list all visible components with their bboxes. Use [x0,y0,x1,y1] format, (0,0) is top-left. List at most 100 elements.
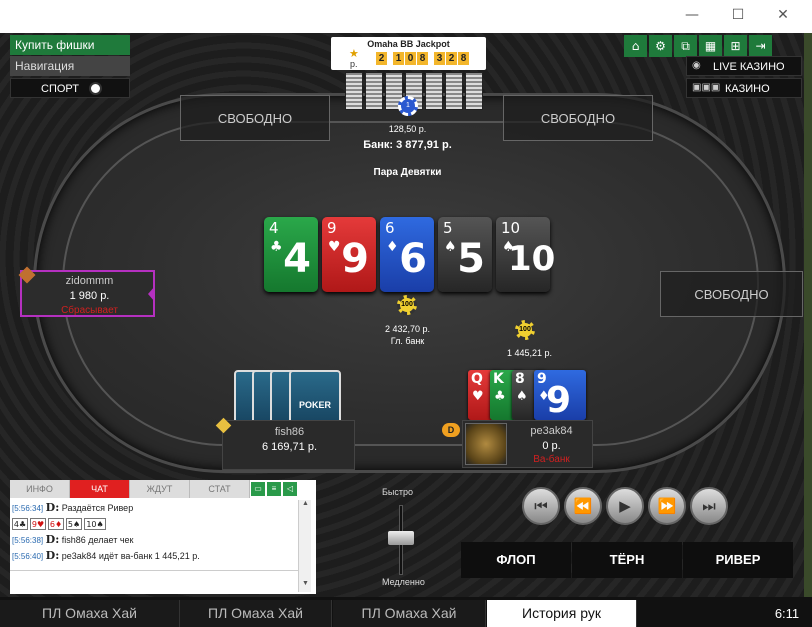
jackpot-digit: 1 [393,52,404,65]
board-card: 6 ♦ 6 [380,217,434,292]
player-stack: 1 980 р. [69,290,110,302]
main-pot-chip: 100 [397,295,417,315]
player-name: pe3ak84 [530,425,573,437]
tab-info[interactable]: ИНФО [10,480,70,498]
jackpot-digit: 0 [405,52,416,65]
jackpot-digit: 3 [434,52,445,65]
clock: 6:11 [774,606,800,621]
rewind-button[interactable]: ⏪ [564,487,602,525]
tab-waiting[interactable]: ЖДУТ [130,480,190,498]
avatar [465,423,507,465]
player-seat-right[interactable]: pe3ak84 0 р. Ва-банк [462,420,593,468]
speed-fast-label: Быстро [382,487,414,497]
player-stack: 0 р. [542,440,561,452]
navigation-button[interactable]: Навигация [10,56,130,76]
jackpot-digit: 8 [417,52,428,65]
free-seat-top-right[interactable]: СВОБОДНО [503,95,653,141]
grid-icon[interactable]: ▦ [699,35,722,57]
free-seat-right[interactable]: СВОБОДНО [660,271,803,317]
chat-scrollbar[interactable]: ▲ ▼ [298,500,311,592]
maximize-button[interactable]: ☐ [723,4,753,26]
turn-arrow-icon [148,286,155,302]
scroll-up-icon[interactable]: ▲ [299,500,312,512]
player-stack: 6 169,71 р. [261,441,318,453]
live-casino-label: LIVE КАЗИНО [713,61,785,73]
turn-button[interactable]: ТЁРН [572,542,682,578]
sport-button[interactable]: СПОРТ [10,78,130,98]
side-bet-chip: 100 [515,320,535,340]
exit-icon[interactable]: ⇥ [749,35,772,57]
pot-amount: 128,50 р. [388,124,427,134]
tab-table-3[interactable]: ПЛ Омаха Хай [333,600,486,627]
scroll-down-icon[interactable]: ▼ [299,580,312,592]
home-icon[interactable]: ⌂ [624,35,647,57]
close-button[interactable]: ✕ [768,4,798,26]
jackpot-digit: 8 [458,52,469,65]
slot-icon: ▣▣▣ [692,82,721,93]
toolbar: ⌂ ⚙ ⧉ ▦ ⊞ ⇥ [624,35,772,57]
jackpot-panel: Omaha BB Jackpot ★ р. 2 1 0 8 3 2 8 [331,37,486,70]
hand-name: Пара Девятки [373,167,442,178]
chat-log: [5:56:34] D: Раздаётся Ривер 4♣ 9♥ 6♦ 5♠ 10♠… [12,500,297,564]
skip-end-button[interactable]: ⏭ [690,487,728,525]
mini-card: 4♣ [12,518,28,530]
player-action: Ва-банк [533,454,570,465]
flop-button[interactable]: ФЛОП [461,542,571,578]
live-icon: ◉ [692,60,701,71]
chat-line: [5:56:38] D: fish86 делает чек [12,533,134,546]
chat-tabs: ИНФО ЧАТ ЖДУТ СТАТ ▭ ≡ ◁ [10,480,298,498]
mini-card: 5♠ [66,518,82,530]
dealer-button: D [442,423,460,437]
speed-slider-handle[interactable] [388,531,414,545]
casino-label: КАЗИНО [725,83,770,95]
chat-input[interactable] [10,570,298,592]
mini-card: 10♠ [84,518,106,530]
fast-forward-button[interactable]: ⏩ [648,487,686,525]
buy-chips-button[interactable]: Купить фишки [10,35,130,55]
player-seat-me[interactable]: fish86 6 169,71 р. [222,420,355,470]
board-card: 4 ♣ 4 [264,217,318,292]
pot-chip: 1 [398,96,418,116]
gear-icon[interactable]: ⚙ [649,35,672,57]
player-seat-left[interactable]: zidommm 1 980 р. Сбрасывает [18,266,155,317]
title-bar: — ☐ ✕ [0,0,812,33]
chat-bubble-icon[interactable]: ▭ [251,482,265,496]
player-name: zidommm [65,275,114,287]
minimize-button[interactable]: — [677,4,707,26]
tab-hand-history[interactable]: История рук [487,600,637,627]
free-seat-top-left[interactable]: СВОБОДНО [180,95,330,141]
speed-slow-label: Медленно [382,577,425,587]
tab-stats[interactable]: СТАТ [190,480,250,498]
jackpot-digit: 2 [446,52,457,65]
tab-chat[interactable]: ЧАТ [70,480,130,498]
chat-line: [5:56:34] D: Раздаётся Ривер [12,501,134,514]
main-pot-label: Гл. банк [390,336,425,346]
board-card: 5 ♠ 5 [438,217,492,292]
casino-button[interactable]: ▣▣▣ КАЗИНО [686,78,802,98]
river-button[interactable]: РИВЕР [683,542,793,578]
side-bet-amount: 1 445,21 р. [506,348,553,358]
background-strip [804,33,812,597]
tables-icon[interactable]: ⧉ [674,35,697,57]
play-button[interactable]: ▶ [606,487,644,525]
live-casino-button[interactable]: ◉ LIVE КАЗИНО [686,56,802,76]
sound-icon[interactable]: ◁ [283,482,297,496]
chat-line-cards: 4♣ 9♥ 6♦ 5♠ 10♠ [12,516,297,532]
tab-table-1[interactable]: ПЛ Омаха Хай [0,600,180,627]
bank-total: Банк: 3 877,91 р. [363,139,452,151]
soccer-ball-icon [89,82,102,95]
mini-card: 9♥ [30,518,46,530]
sport-label: СПОРТ [41,83,79,95]
hole-card: 9 ♦ 9 [534,370,586,421]
jackpot-digits: 2 1 0 8 3 2 8 [376,52,469,65]
tab-table-2[interactable]: ПЛ Омаха Хай [180,600,332,627]
player-name: fish86 [274,426,305,438]
chat-line: [5:56:40] D: pe3ak84 идёт ва-банк 1 445,… [12,549,200,562]
jackpot-currency: р. [350,59,358,69]
jackpot-digit: 2 [376,52,387,65]
main-pot-amount: 2 432,70 р. [384,324,431,334]
add-table-icon[interactable]: ⊞ [724,35,747,57]
skip-start-button[interactable]: ⏮ [522,487,560,525]
dealer-chat-icon[interactable]: ≡ [267,482,281,496]
player-action: Сбрасывает [61,305,118,316]
